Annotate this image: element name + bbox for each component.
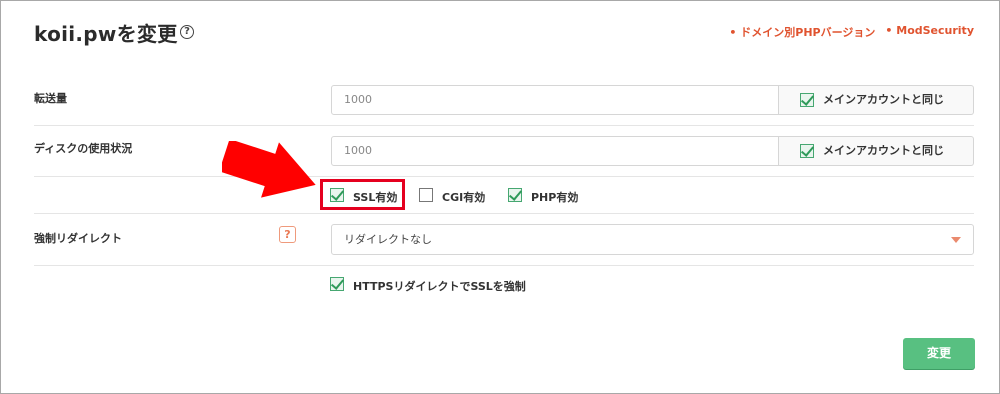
submit-button[interactable]: 変更 [903,338,975,369]
transfer-same-checkbox[interactable] [800,93,814,107]
php-enabled-label: PHP有効 [531,191,579,204]
redirect-select-value: リダイレクトなし [344,233,432,246]
https-force-checkbox[interactable] [330,277,344,291]
disk-same-label: メインアカウントと同じ [823,144,944,157]
divider [34,176,974,177]
disk-same-checkbox[interactable] [800,144,814,158]
disk-usage-label: ディスクの使用状況 [34,142,133,155]
help-circle-icon[interactable]: ? [180,25,194,39]
modsecurity-link[interactable]: • ModSecurity [885,24,974,40]
dropdown-caret-icon [951,237,961,243]
transfer-same-as-main[interactable]: メインアカウントと同じ [779,85,974,115]
question-badge-icon[interactable]: ? [279,226,296,243]
window-frame [0,0,1000,394]
page-title: koii.pwを変更 [34,22,178,46]
top-links: • ドメイン別PHPバージョン • ModSecurity [729,24,974,40]
redirect-select[interactable]: リダイレクトなし [331,224,974,255]
cgi-enabled-checkbox[interactable] [419,188,433,202]
cgi-enabled-label: CGI有効 [442,191,486,204]
ssl-highlight-box [320,179,405,210]
divider [34,265,974,266]
transfer-label: 転送量 [34,92,67,105]
disk-same-as-main[interactable]: メインアカウントと同じ [779,136,974,166]
red-arrow-icon [222,141,316,198]
transfer-input[interactable]: 1000 [331,85,779,115]
force-redirect-label: 強制リダイレクト [34,232,122,245]
transfer-same-label: メインアカウントと同じ [823,93,944,106]
disk-usage-input[interactable]: 1000 [331,136,779,166]
php-version-link[interactable]: • ドメイン別PHPバージョン [729,24,875,40]
divider [34,213,974,214]
https-force-label: HTTPSリダイレクトでSSLを強制 [353,280,526,293]
divider [34,125,974,126]
php-enabled-checkbox[interactable] [508,188,522,202]
